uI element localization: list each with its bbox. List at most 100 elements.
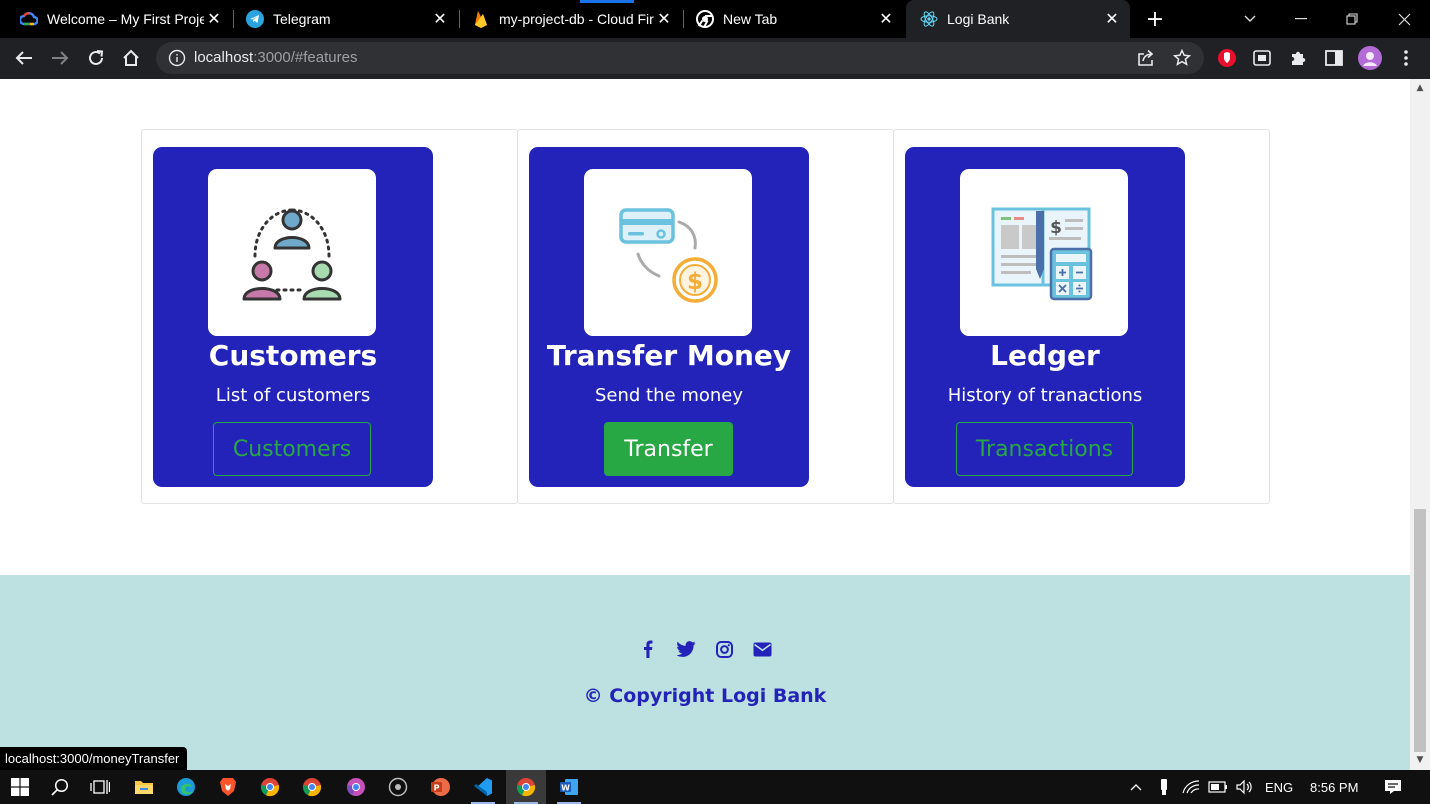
tray-overflow-chevron-icon[interactable] — [1127, 770, 1145, 804]
extension-red-shield-icon[interactable] — [1213, 44, 1241, 72]
close-icon[interactable]: ✕ — [430, 9, 450, 29]
reload-icon[interactable] — [82, 44, 110, 72]
transfer-button[interactable]: Transfer — [604, 422, 733, 476]
back-arrow-icon[interactable] — [10, 44, 38, 72]
scroll-down-arrow-icon[interactable]: ▼ — [1415, 755, 1425, 765]
page-scrollbar[interactable]: ▲ ▼ — [1410, 79, 1430, 770]
task-view-icon[interactable] — [80, 770, 120, 804]
file-explorer-icon[interactable] — [124, 770, 164, 804]
customers-network-icon — [242, 208, 342, 300]
feature-card-transfer: $ Transfer Money Send the money Transfer — [529, 147, 809, 487]
volume-icon[interactable] — [1235, 770, 1255, 804]
minimize-icon[interactable] — [1276, 0, 1326, 38]
page-viewport: Customers List of customers Customers $ … — [0, 79, 1410, 770]
windows-taskbar: P W ENG 8:56 PM — [0, 770, 1430, 804]
windows-start-icon[interactable] — [0, 770, 40, 804]
search-icon[interactable] — [40, 770, 80, 804]
vscode-icon[interactable] — [463, 770, 503, 804]
browser-toolbar: localhost:3000/#features — [0, 38, 1430, 79]
share-icon[interactable] — [1132, 44, 1160, 72]
transactions-button[interactable]: Transactions — [956, 422, 1133, 476]
wifi-icon[interactable] — [1182, 770, 1200, 804]
brave-icon[interactable] — [208, 770, 248, 804]
extension-media-icon[interactable] — [1248, 44, 1276, 72]
close-icon[interactable]: ✕ — [1102, 9, 1122, 29]
feature-subtitle: List of customers — [215, 385, 371, 406]
close-icon[interactable]: ✕ — [876, 9, 896, 29]
feature-card-customers: Customers List of customers Customers — [153, 147, 433, 487]
address-bar[interactable]: localhost:3000/#features — [156, 42, 1204, 74]
feature-subtitle: Send the money — [595, 385, 743, 406]
chrome-profile-alt-icon[interactable] — [336, 770, 376, 804]
chrome-icon — [696, 10, 714, 28]
facebook-icon[interactable] — [629, 637, 667, 661]
notifications-icon[interactable] — [1383, 770, 1403, 804]
restore-icon[interactable] — [1327, 0, 1377, 38]
word-icon[interactable]: W — [549, 770, 589, 804]
feature-image: $ — [960, 169, 1128, 336]
chrome-profile-icon[interactable] — [292, 770, 332, 804]
extensions-puzzle-icon[interactable] — [1284, 44, 1312, 72]
customers-button[interactable]: Customers — [213, 422, 371, 476]
feature-card-ledger: $ Ledger History of tranactions Transact… — [905, 147, 1185, 487]
feature-image: $ — [584, 169, 752, 336]
svg-text:P: P — [434, 784, 440, 793]
feature-cell-transfer: $ Transfer Money Send the money Transfer — [517, 129, 894, 504]
google-cloud-icon — [20, 10, 38, 28]
feature-title: Customers — [208, 339, 378, 372]
tab-title: Welcome – My First Proje — [47, 11, 204, 27]
scroll-up-arrow-icon[interactable]: ▲ — [1415, 83, 1425, 93]
tab-search-chevron-icon[interactable] — [1225, 0, 1275, 38]
svg-text:W: W — [561, 784, 570, 793]
edge-icon[interactable] — [166, 770, 206, 804]
forward-arrow-icon[interactable] — [46, 44, 74, 72]
side-panel-icon[interactable] — [1320, 44, 1348, 72]
usb-device-icon[interactable] — [1156, 770, 1172, 804]
svg-text:$: $ — [687, 269, 703, 295]
close-icon[interactable]: ✕ — [204, 9, 224, 29]
scrollbar-thumb[interactable] — [1414, 509, 1426, 752]
page-footer: © Copyright Logi Bank — [0, 575, 1410, 770]
kebab-menu-icon[interactable] — [1392, 44, 1420, 72]
tab-new-tab[interactable]: New Tab ✕ — [676, 0, 904, 38]
feature-cell-ledger: $ Ledger History of tranactions Transact… — [893, 129, 1270, 504]
close-icon[interactable]: ✕ — [654, 9, 674, 29]
battery-icon[interactable] — [1208, 770, 1228, 804]
card-to-coin-icon: $ — [619, 207, 718, 303]
features-section: Customers List of customers Customers $ … — [141, 129, 1270, 504]
bookmark-star-icon[interactable] — [1168, 44, 1196, 72]
tab-title: Telegram — [273, 11, 331, 27]
site-info-icon[interactable] — [168, 49, 186, 67]
tab-logi-bank[interactable]: Logi Bank ✕ — [906, 0, 1130, 38]
tab-telegram[interactable]: Telegram ✕ — [226, 0, 458, 38]
ledger-calculator-icon: $ — [991, 207, 1093, 300]
powerpoint-icon[interactable]: P — [420, 770, 460, 804]
tab-title: New Tab — [723, 11, 778, 27]
home-icon[interactable] — [117, 44, 145, 72]
twitter-icon[interactable] — [667, 637, 705, 661]
url-host: localhost — [194, 49, 254, 66]
envelope-icon[interactable] — [743, 637, 781, 661]
instagram-icon[interactable] — [705, 637, 743, 661]
feature-subtitle: History of tranactions — [947, 385, 1143, 406]
tab-welcome[interactable]: Welcome – My First Proje ✕ — [0, 0, 232, 38]
system-clock[interactable]: 8:56 PM — [1310, 770, 1358, 804]
feature-image — [208, 169, 376, 336]
copyright-text: © Copyright Logi Bank — [583, 685, 827, 707]
url-path: :3000/#features — [253, 49, 358, 66]
tab-title: Logi Bank — [947, 11, 1010, 27]
tab-firebase[interactable]: my-project-db - Cloud Fir ✕ — [452, 0, 682, 38]
social-links — [0, 637, 1410, 661]
new-tab-button[interactable]: + — [1141, 5, 1169, 33]
tab-title: my-project-db - Cloud Fir — [499, 11, 654, 27]
chrome-taskbar-icon[interactable] — [250, 770, 290, 804]
close-window-icon[interactable] — [1379, 0, 1429, 38]
profile-avatar[interactable] — [1356, 44, 1384, 72]
input-language[interactable]: ENG — [1265, 770, 1293, 804]
url-text: localhost:3000/#features — [194, 49, 357, 66]
github-desktop-icon[interactable] — [378, 770, 418, 804]
feature-title: Transfer Money — [546, 339, 792, 372]
chrome-active-icon[interactable] — [506, 770, 546, 804]
feature-cell-customers: Customers List of customers Customers — [141, 129, 518, 504]
feature-title: Ledger — [990, 339, 1100, 372]
